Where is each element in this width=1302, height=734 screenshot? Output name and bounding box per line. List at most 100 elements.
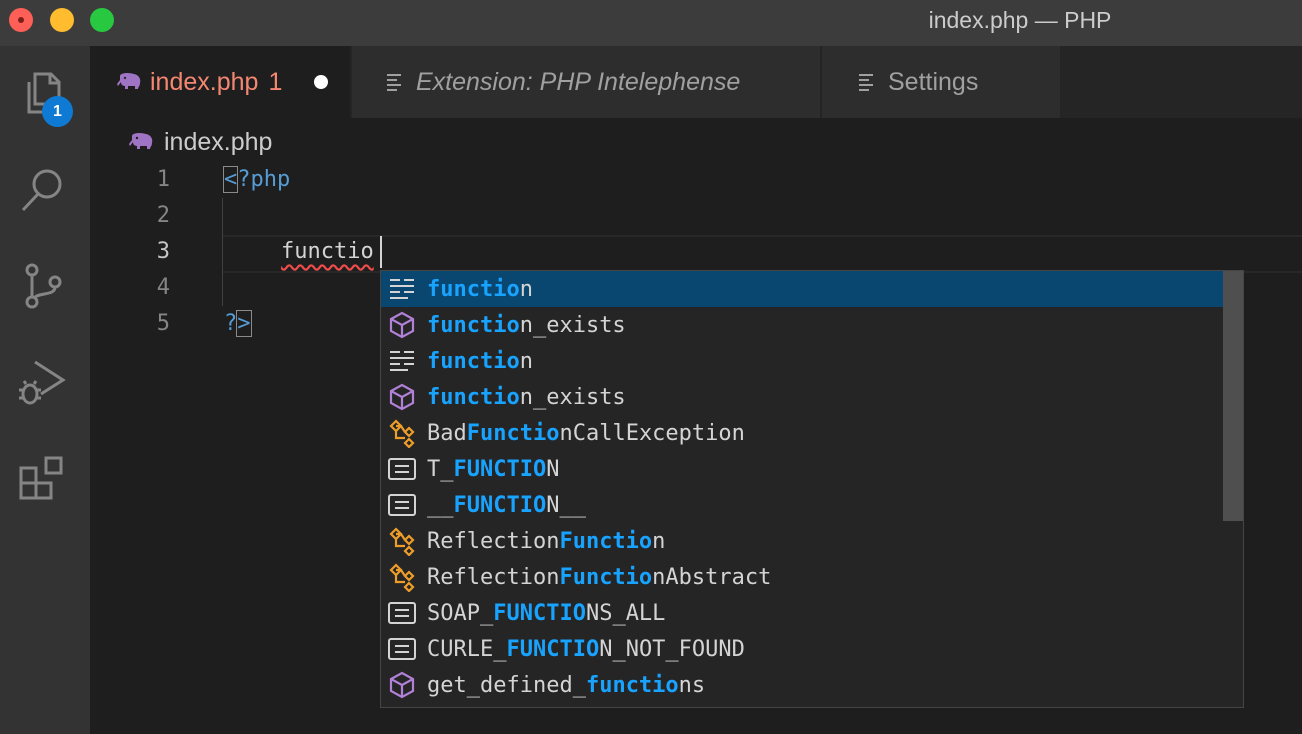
- suggestion-suffix: N__: [546, 492, 586, 518]
- window-maximize-button[interactable]: [90, 8, 114, 32]
- search-icon[interactable]: [17, 164, 69, 216]
- suggestion-match: FUNCTIO: [453, 492, 547, 518]
- suggestion-item[interactable]: functio n_exists: [381, 379, 1223, 415]
- close-tag-q: ?: [224, 311, 238, 336]
- tab-label: Settings: [888, 67, 979, 96]
- suggestion-suffix: n: [519, 276, 533, 302]
- editor-tab-bar: index.php 1 Extension: PHP Intelephense …: [90, 46, 1302, 118]
- suggestion-suffix: n: [519, 348, 533, 374]
- explorer-badge: 1: [42, 96, 73, 127]
- suggestion-item[interactable]: T_ FUNCTIO N: [381, 451, 1223, 487]
- tab-label: index.php: [150, 67, 259, 96]
- indent-guide: [222, 198, 223, 306]
- lines-icon: [859, 74, 873, 91]
- suggestion-item[interactable]: functio n: [381, 343, 1223, 379]
- text-cursor: [380, 236, 382, 268]
- open-tag-text: ?php: [237, 167, 291, 192]
- suggestion-suffix: NS_ALL: [585, 600, 666, 626]
- constant-icon: [387, 454, 417, 484]
- suggestion-item[interactable]: get_defined_ functio ns: [381, 667, 1223, 703]
- line-number: 3: [156, 239, 170, 264]
- suggestion-prefix: __: [427, 492, 454, 518]
- suggestion-match: functio: [427, 384, 520, 410]
- constant-icon: [387, 598, 417, 628]
- keyword-icon: [387, 346, 417, 376]
- php-elephant-icon: [117, 72, 141, 89]
- unsaved-dot-icon[interactable]: [314, 75, 329, 89]
- suggestion-item[interactable]: Bad Functio nCallException: [381, 415, 1223, 451]
- suggestion-prefix: Bad: [427, 420, 467, 446]
- line-number: 5: [156, 311, 170, 336]
- window-close-button[interactable]: [9, 8, 33, 32]
- suggestion-suffix: n_exists: [519, 384, 626, 410]
- title-bar: index.php — PHP: [0, 0, 1302, 46]
- lines-icon: [387, 74, 401, 91]
- debug-icon[interactable]: [17, 356, 69, 408]
- suggestion-match: FUNCTIO: [453, 456, 547, 482]
- suggestion-match: Functio: [559, 528, 653, 554]
- suggestion-item[interactable]: SOAP_ FUNCTIO NS_ALL: [381, 595, 1223, 631]
- suggestion-prefix: Reflection: [427, 564, 560, 590]
- class-icon: [387, 418, 417, 449]
- suggestion-suffix: n: [652, 528, 666, 554]
- class-icon: [387, 526, 417, 557]
- suggestion-scrollbar[interactable]: [1223, 271, 1243, 521]
- code-line-5[interactable]: ?>: [224, 306, 252, 342]
- suggestion-item[interactable]: functio n_exists: [381, 307, 1223, 343]
- tab-label: Extension: PHP Intelephense: [416, 67, 741, 96]
- suggestion-prefix: T_: [427, 456, 454, 482]
- suggestion-match: Functio: [466, 420, 560, 446]
- suggestion-item[interactable]: __ FUNCTIO N__: [381, 487, 1223, 523]
- php-elephant-icon: [129, 132, 153, 149]
- suggestion-match: functio: [585, 672, 679, 698]
- suggestion-prefix: get_defined_: [427, 672, 586, 698]
- line-number: 2: [156, 203, 170, 228]
- source-control-icon[interactable]: [17, 260, 69, 312]
- suggestion-prefix: Reflection: [427, 528, 560, 554]
- method-icon: [387, 382, 417, 412]
- typed-text: functio: [281, 239, 374, 264]
- code-line-1[interactable]: <?php: [222, 162, 291, 198]
- tab-index-php[interactable]: index.php 1: [90, 46, 350, 118]
- suggestion-match: functio: [427, 348, 520, 374]
- class-icon: [387, 562, 417, 593]
- close-tag-bracket: >: [236, 310, 252, 337]
- suggestion-suffix: n_exists: [519, 312, 626, 338]
- suggestion-match: FUNCTIO: [493, 600, 586, 626]
- constant-icon: [387, 634, 417, 664]
- extensions-icon[interactable]: [17, 452, 69, 504]
- breadcrumb[interactable]: index.php: [128, 124, 272, 160]
- suggestion-suffix: N: [546, 456, 560, 482]
- constant-icon: [387, 490, 417, 520]
- suggestion-suffix: ns: [678, 672, 706, 698]
- tab-problem-count: 1: [268, 67, 283, 96]
- suggestion-suffix: N_NOT_FOUND: [599, 636, 745, 662]
- current-line-highlight: [222, 235, 1302, 273]
- suggestion-match: functio: [427, 312, 520, 338]
- suggestion-item[interactable]: functio n: [381, 271, 1223, 307]
- keyword-icon: [387, 274, 417, 304]
- suggestion-item[interactable]: Reflection Functio nAbstract: [381, 559, 1223, 595]
- window-minimize-button[interactable]: [50, 8, 74, 32]
- suggestion-match: Functio: [559, 564, 653, 590]
- open-tag-bracket: <: [222, 166, 239, 193]
- tab-extension-php-intelephense[interactable]: Extension: PHP Intelephense: [352, 46, 820, 118]
- suggestion-prefix: SOAP_: [427, 600, 494, 626]
- line-number: 1: [156, 167, 170, 192]
- activity-bar: 1: [0, 46, 90, 734]
- tab-settings[interactable]: Settings: [822, 46, 1060, 118]
- suggestion-widget: functio n functio n_exists functio n functio n_…: [380, 270, 1244, 708]
- window-title: index.php — PHP: [928, 7, 1112, 33]
- suggestion-suffix: nCallException: [559, 420, 745, 446]
- breadcrumb-file: index.php: [164, 127, 273, 156]
- suggestion-suffix: nAbstract: [652, 564, 772, 590]
- line-number: 4: [156, 275, 170, 300]
- method-icon: [387, 310, 417, 340]
- suggestion-match: FUNCTIO: [506, 636, 600, 662]
- suggestion-prefix: CURLE_: [427, 636, 507, 662]
- code-line-3[interactable]: functio: [281, 234, 374, 270]
- suggestion-item[interactable]: CURLE_ FUNCTIO N_NOT_FOUND: [381, 631, 1223, 667]
- suggestion-match: functio: [427, 276, 520, 302]
- suggestion-item[interactable]: Reflection Functio n: [381, 523, 1223, 559]
- method-icon: [387, 670, 417, 700]
